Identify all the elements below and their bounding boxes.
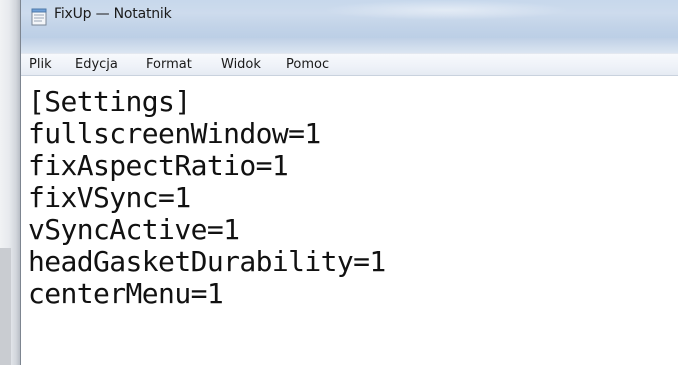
menu-format[interactable]: Format <box>146 57 192 72</box>
text-line-7: centerMenu=1 <box>28 277 224 310</box>
window-title: FixUp — Notatnik <box>54 6 172 22</box>
text-line-6: headGasketDurability=1 <box>28 245 386 278</box>
menu-edycja[interactable]: Edycja <box>75 57 118 72</box>
menu-bar: Plik Edycja Format Widok Pomoc <box>21 53 678 76</box>
menu-plik[interactable]: Plik <box>29 57 52 72</box>
title-bar[interactable]: FixUp — Notatnik <box>21 0 678 38</box>
text-line-1: [Settings] <box>28 85 191 118</box>
window-frame-strip <box>21 38 678 53</box>
notepad-icon[interactable] <box>31 8 47 26</box>
text-line-4: fixVSync=1 <box>28 181 191 214</box>
text-editor-area[interactable]: [Settings] fullscreenWindow=1 fixAspectR… <box>21 76 678 365</box>
text-line-3: fixAspectRatio=1 <box>28 149 289 182</box>
text-line-5: vSyncActive=1 <box>28 213 240 246</box>
background-shade <box>0 248 11 365</box>
background-desktop-strip <box>0 0 20 365</box>
title-bar-glow <box>321 0 571 20</box>
menu-widok[interactable]: Widok <box>221 57 261 72</box>
notepad-window: FixUp — Notatnik Plik Edycja Format Wido… <box>20 0 678 365</box>
text-line-2: fullscreenWindow=1 <box>28 117 321 150</box>
menu-pomoc[interactable]: Pomoc <box>286 57 329 72</box>
